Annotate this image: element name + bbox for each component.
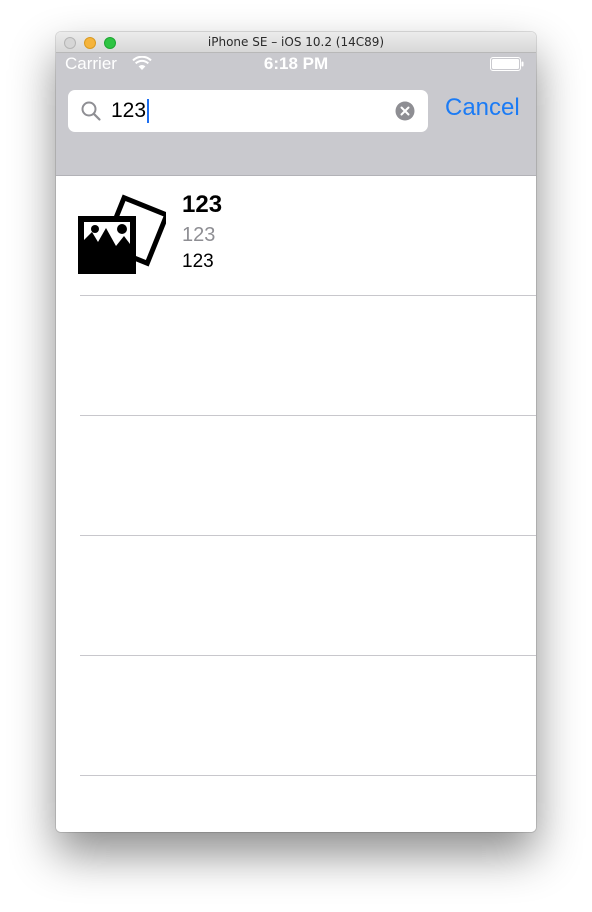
search-query-text: 123 [111, 99, 147, 122]
search-header: Carrier 6:18 PM 123 Cancel [56, 53, 536, 176]
search-results-list: 123 123 123 [56, 176, 536, 832]
text-caret [147, 99, 150, 123]
search-input-value[interactable]: 123 [111, 99, 150, 123]
status-time: 6:18 PM [263, 54, 329, 73]
result-title: 123 [182, 191, 223, 218]
row-separator [80, 655, 536, 656]
list-item[interactable]: 123 123 123 [56, 176, 536, 295]
result-detail: 123 [182, 251, 214, 272]
search-input[interactable]: 123 [68, 90, 428, 132]
status-bar: Carrier 6:18 PM [56, 53, 536, 75]
battery-icon [490, 57, 524, 71]
window-titlebar[interactable]: iPhone SE – iOS 10.2 (14C89) [56, 32, 536, 53]
simulator-window: iPhone SE – iOS 10.2 (14C89) Carrier 6:1… [56, 32, 536, 832]
window-title: iPhone SE – iOS 10.2 (14C89) [207, 35, 385, 49]
photos-icon [78, 194, 166, 274]
search-icon [81, 101, 101, 121]
clear-icon[interactable] [395, 101, 415, 121]
row-separator [80, 535, 536, 536]
row-separator [80, 775, 536, 776]
result-subtitle: 123 [182, 224, 216, 246]
row-separator [80, 295, 536, 296]
cancel-button[interactable]: Cancel [445, 94, 520, 122]
row-separator [80, 415, 536, 416]
